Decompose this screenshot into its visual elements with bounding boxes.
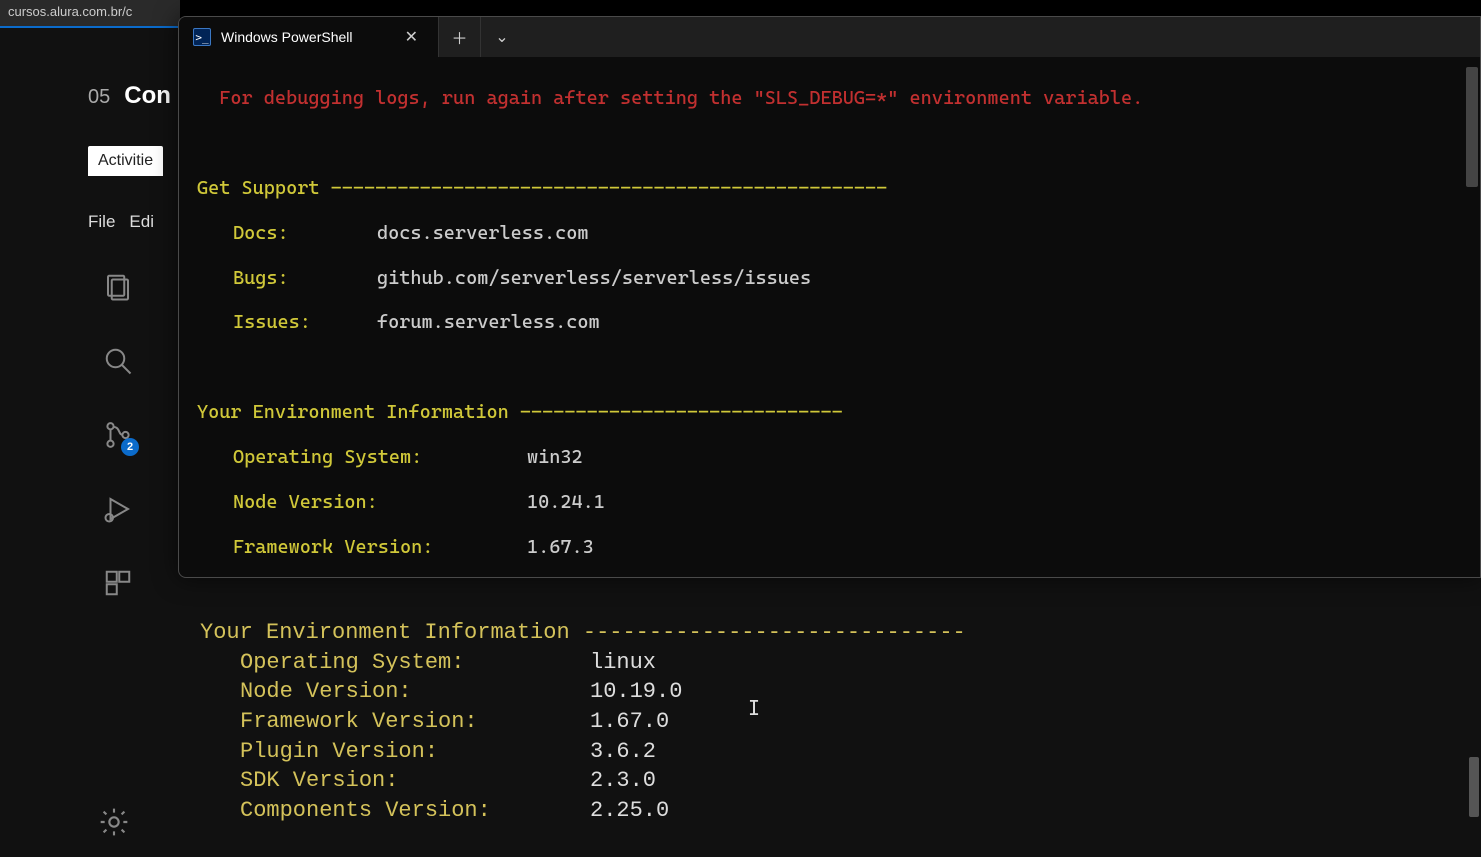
support-docs-val: docs.serverless.com (377, 222, 589, 244)
menu-file[interactable]: File (88, 212, 115, 232)
new-tab-button[interactable]: ＋ (439, 17, 481, 57)
course-step-number: 05 (88, 86, 110, 109)
bg-fw-val: 1.67.0 (590, 707, 669, 737)
support-header: Get Support (197, 177, 319, 199)
env-dashes: ----------------------------- (520, 401, 843, 423)
support-bugs-val: github.com/serverless/serverless/issues (377, 267, 811, 289)
env-node-key: Node Version: (197, 491, 527, 513)
bg-sdk-key: SDK Version: (200, 766, 590, 796)
support-docs-key: Docs: (197, 222, 377, 244)
support-dashes: ----------------------------------------… (331, 177, 888, 199)
terminal-scrollbar-thumb[interactable] (1466, 67, 1478, 187)
browser-url[interactable]: cursos.alura.com.br/c (0, 0, 180, 28)
bg-plugin-val: 3.6.2 (590, 737, 656, 767)
source-control-icon[interactable]: 2 (103, 420, 133, 450)
search-icon[interactable] (103, 346, 133, 376)
bg-comp-val: 2.25.0 (590, 796, 669, 826)
text-cursor-icon: I (748, 696, 760, 720)
bg-env-header: Your Environment Information (200, 620, 570, 645)
env-os-key: Operating System: (197, 446, 527, 468)
bg-node-val: 10.19.0 (590, 677, 682, 707)
bg-comp-key: Components Version: (200, 796, 590, 826)
terminal-tab-title: Windows PowerShell (221, 29, 353, 45)
bg-os-key: Operating System: (200, 648, 590, 678)
run-debug-icon[interactable] (103, 494, 133, 524)
vscode-activitybar: 2 (88, 248, 148, 598)
bg-node-key: Node Version: (200, 677, 590, 707)
bg-os-val: linux (590, 648, 656, 678)
vscode-menubar: File Edi (88, 212, 154, 232)
bg-env-dashes: ----------------------------- (583, 620, 966, 645)
env-fw-val: 1.67.3 (527, 536, 594, 558)
course-step-heading: 05 Con (88, 82, 171, 110)
terminal-body[interactable]: For debugging logs, run again after sett… (179, 57, 1480, 577)
scm-badge: 2 (121, 438, 139, 456)
extensions-icon[interactable] (103, 568, 133, 598)
course-step-title: Con (124, 82, 171, 110)
env-os-val: win32 (527, 446, 583, 468)
terminal-tabbar: >_ Windows PowerShell ✕ ＋ ⌄ (179, 17, 1480, 57)
background-terminal-output: Your Environment Information -----------… (200, 618, 1441, 826)
windows-terminal-window: >_ Windows PowerShell ✕ ＋ ⌄ For debuggin… (178, 16, 1481, 578)
menu-edit[interactable]: Edi (129, 212, 154, 232)
terminal-tab-powershell[interactable]: >_ Windows PowerShell ✕ (179, 17, 439, 57)
activities-tab[interactable]: Activitie (88, 146, 163, 176)
bg-sdk-val: 2.3.0 (590, 766, 656, 796)
env-node-val: 10.24.1 (527, 491, 605, 513)
powershell-icon: >_ (193, 28, 211, 46)
debug-hint-line: For debugging logs, run again after sett… (197, 87, 1466, 109)
support-issues-key: Issues: (197, 311, 377, 333)
tab-dropdown-icon[interactable]: ⌄ (481, 17, 523, 57)
page-scrollbar-thumb[interactable] (1469, 757, 1479, 817)
tab-close-icon[interactable]: ✕ (399, 25, 424, 49)
bg-fw-key: Framework Version: (200, 707, 590, 737)
env-header: Your Environment Information (197, 401, 509, 423)
support-bugs-key: Bugs: (197, 267, 377, 289)
explorer-icon[interactable] (103, 272, 133, 302)
bg-plugin-key: Plugin Version: (200, 737, 590, 767)
env-fw-key: Framework Version: (197, 536, 527, 558)
support-issues-val: forum.serverless.com (377, 311, 600, 333)
settings-gear-icon[interactable] (98, 806, 130, 843)
